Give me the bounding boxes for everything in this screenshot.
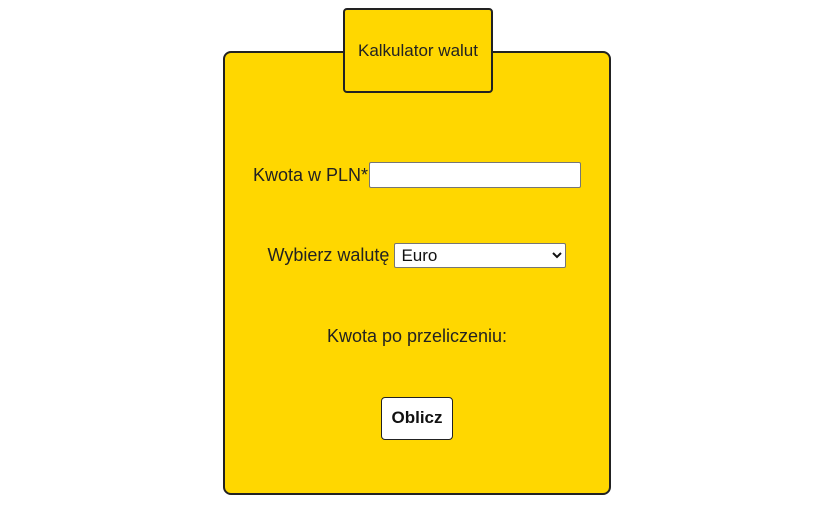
currency-select[interactable]: Euro — [394, 242, 567, 268]
amount-input[interactable] — [369, 162, 582, 188]
calculate-button[interactable]: Oblicz — [381, 396, 453, 440]
button-row: Oblicz — [223, 396, 611, 440]
calculator-title: Kalkulator walut — [343, 8, 493, 93]
result-row: Kwota po przeliczeniu: — [223, 323, 611, 349]
currency-row: Wybierz walutę Euro — [223, 242, 611, 268]
currency-label: Wybierz walutę — [267, 244, 390, 265]
amount-label: Kwota w PLN* — [252, 164, 369, 185]
result-label: Kwota po przeliczeniu: — [326, 325, 508, 346]
calculator-title-text: Kalkulator walut — [357, 40, 478, 60]
amount-row: Kwota w PLN* — [223, 161, 611, 189]
page: Kalkulator walut Kwota w PLN* Wybierz wa… — [0, 0, 839, 511]
